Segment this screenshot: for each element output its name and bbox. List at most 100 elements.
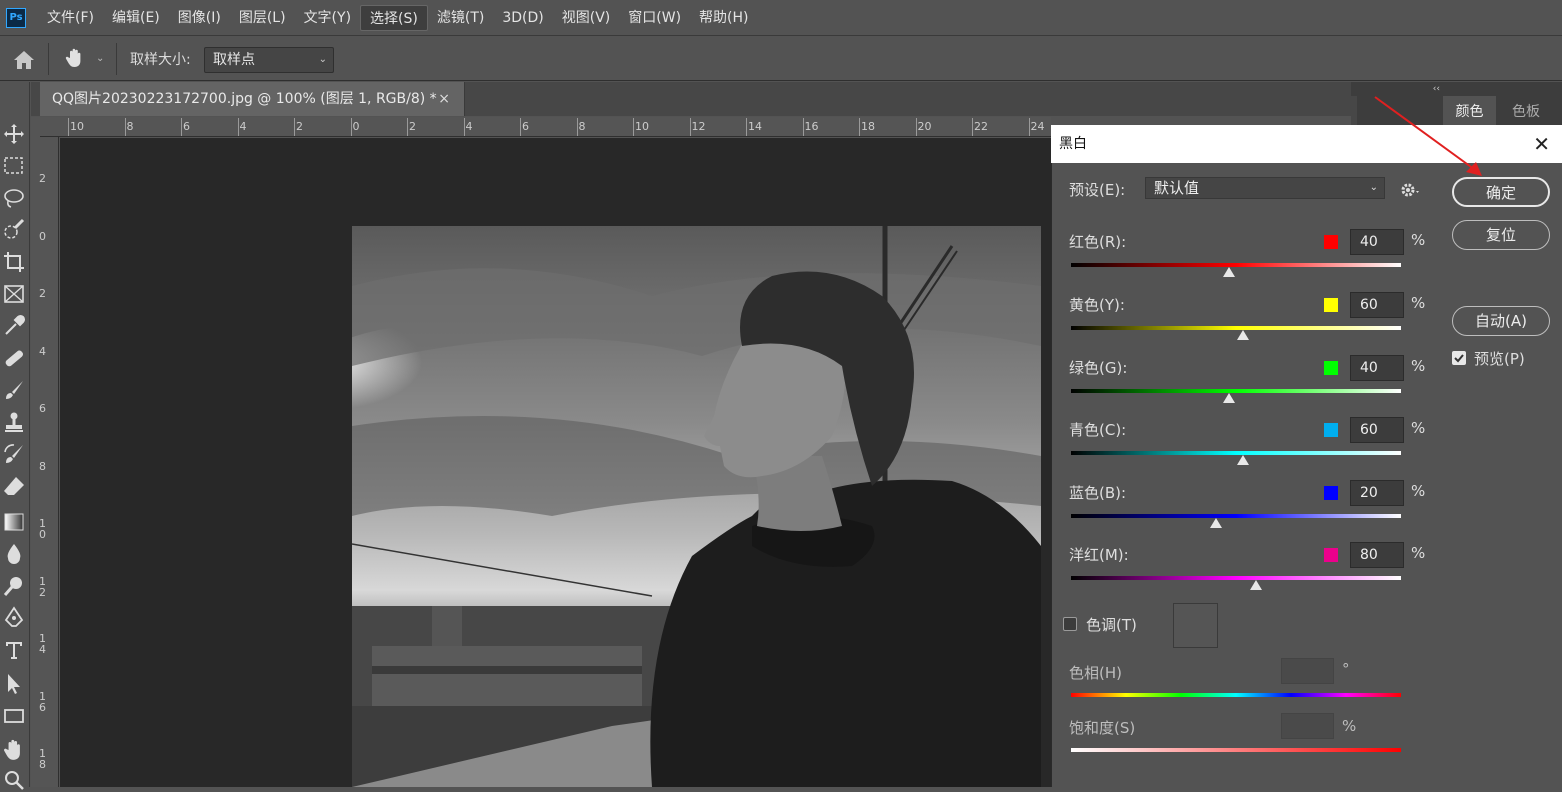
channel-slider-track[interactable] <box>1071 576 1401 580</box>
saturation-input[interactable] <box>1281 713 1334 739</box>
eyedropper-tool-icon[interactable] <box>2 314 26 338</box>
dodge-tool-icon[interactable] <box>2 574 26 598</box>
channel-slider-track[interactable] <box>1071 389 1401 393</box>
ruler-tick-label: 0 <box>352 120 360 133</box>
ruler-tick <box>350 118 352 136</box>
menu-type[interactable]: 文字(Y) <box>295 5 360 31</box>
chevron-down-icon[interactable]: ⌄ <box>96 53 104 64</box>
menu-help[interactable]: 帮助(H) <box>690 5 757 31</box>
menu-window[interactable]: 窗口(W) <box>619 5 690 31</box>
menu-3d[interactable]: 3D(D) <box>493 5 552 31</box>
menu-edit[interactable]: 编辑(E) <box>103 5 169 31</box>
menu-filter[interactable]: 滤镜(T) <box>428 5 493 31</box>
channel-label: 洋红(M): <box>1069 546 1129 564</box>
tint-label: 色调(T) <box>1086 616 1137 634</box>
frame-tool-icon[interactable] <box>2 282 26 306</box>
clone-stamp-tool-icon[interactable] <box>2 410 26 434</box>
hue-input[interactable] <box>1281 658 1334 684</box>
ruler-tick <box>859 118 860 136</box>
ruler-tick-label: 10 <box>39 517 46 541</box>
tint-checkbox[interactable] <box>1063 617 1077 631</box>
menu-layer[interactable]: 图层(L) <box>230 5 295 31</box>
channel-slider-track[interactable] <box>1071 263 1401 267</box>
preset-select[interactable]: 默认值 ⌄ <box>1145 177 1385 199</box>
ruler-tick-label: 4 <box>465 120 473 133</box>
menu-bar: Ps 文件(F) 编辑(E) 图像(I) 图层(L) 文字(Y) 选择(S) 滤… <box>0 0 1562 36</box>
marquee-tool-icon[interactable] <box>2 154 26 178</box>
auto-button[interactable]: 自动(A) <box>1452 306 1550 336</box>
channel-color-swatch <box>1324 361 1338 375</box>
ruler-tick-label: 2 <box>409 120 416 133</box>
tab-swatches[interactable]: 色板 <box>1496 96 1556 128</box>
channel-slider-thumb[interactable] <box>1236 455 1249 465</box>
channel-slider-thumb[interactable] <box>1236 330 1249 340</box>
channel-value-input[interactable]: 20 <box>1350 480 1404 506</box>
percent-sign: % <box>1411 294 1426 312</box>
hand-tool-icon[interactable] <box>64 47 86 69</box>
checkmark-icon <box>1454 354 1464 363</box>
healing-brush-tool-icon[interactable] <box>2 346 26 370</box>
channel-value-input[interactable]: 40 <box>1350 229 1404 255</box>
hue-label: 色相(H) <box>1069 664 1122 682</box>
hue-slider-track[interactable] <box>1071 693 1401 697</box>
channel-value-input[interactable]: 60 <box>1350 292 1404 318</box>
ruler-tick <box>689 118 691 136</box>
channel-slider-thumb[interactable] <box>1210 518 1223 528</box>
crop-tool-icon[interactable] <box>2 250 26 274</box>
ruler-tick-label: 12 <box>39 574 46 599</box>
brush-tool-icon[interactable] <box>2 378 26 402</box>
sample-size-select[interactable]: 取样点 ⌄ <box>204 47 334 73</box>
percent-sign: % <box>1411 419 1426 437</box>
path-selection-tool-icon[interactable] <box>2 672 26 696</box>
channel-slider-thumb[interactable] <box>1249 580 1262 590</box>
rectangle-tool-icon[interactable] <box>2 704 26 728</box>
preview-checkbox[interactable] <box>1452 351 1466 365</box>
channel-value-input[interactable]: 40 <box>1350 355 1404 381</box>
blur-tool-icon[interactable] <box>2 542 26 566</box>
pen-tool-icon[interactable] <box>2 606 26 630</box>
move-tool-icon[interactable] <box>2 122 26 146</box>
close-icon[interactable]: × <box>438 82 450 116</box>
channel-slider-thumb[interactable] <box>1223 393 1236 403</box>
ruler-tick-label: 14 <box>39 632 46 656</box>
tint-color-swatch[interactable] <box>1173 603 1218 648</box>
menu-image[interactable]: 图像(I) <box>169 5 230 31</box>
channel-value-input[interactable]: 80 <box>1350 542 1404 568</box>
ruler-tick <box>294 118 295 136</box>
document-tab[interactable]: QQ图片20230223172700.jpg @ 100% (图层 1, RGB… <box>40 82 465 116</box>
zoom-tool-icon[interactable] <box>2 768 26 792</box>
channel-slider-track[interactable] <box>1071 514 1401 518</box>
menu-select[interactable]: 选择(S) <box>360 4 428 31</box>
home-icon[interactable] <box>12 49 36 71</box>
grayscale-photo[interactable] <box>352 226 1041 787</box>
ruler-tick <box>520 118 521 136</box>
channel-color-swatch <box>1324 486 1338 500</box>
eraser-tool-icon[interactable] <box>2 474 26 498</box>
ruler-tick <box>576 118 578 136</box>
ruler-tick-label: 22 <box>974 120 988 133</box>
ruler-tick-label: 8 <box>578 120 586 133</box>
channel-value-input[interactable]: 60 <box>1350 417 1404 443</box>
ruler-tick <box>237 118 239 136</box>
menu-file[interactable]: 文件(F) <box>38 5 103 31</box>
ruler-tick-label: 8 <box>39 459 46 473</box>
ruler-tick-label: 6 <box>522 120 529 133</box>
ruler-tick <box>915 118 917 136</box>
ruler-tick-label: 0 <box>39 229 46 243</box>
ruler-tick-label: 18 <box>39 747 46 771</box>
history-brush-tool-icon[interactable] <box>2 442 26 466</box>
channel-label: 绿色(G): <box>1069 359 1128 377</box>
hand-tool-icon[interactable] <box>2 738 26 762</box>
menu-view[interactable]: 视图(V) <box>553 5 620 31</box>
channel-slider-thumb[interactable] <box>1223 267 1236 277</box>
ruler-tick-label: 4 <box>239 120 247 133</box>
saturation-slider-track[interactable] <box>1071 748 1401 752</box>
quick-selection-tool-icon[interactable] <box>2 218 26 242</box>
chevron-down-icon: ⌄ <box>318 54 327 65</box>
lasso-tool-icon[interactable] <box>2 186 26 210</box>
ruler-tick-label: 6 <box>183 120 190 133</box>
reset-button[interactable]: 复位 <box>1452 220 1550 250</box>
close-icon[interactable]: ✕ <box>1533 125 1550 163</box>
gradient-tool-icon[interactable] <box>2 510 26 534</box>
type-tool-icon[interactable] <box>2 638 26 662</box>
